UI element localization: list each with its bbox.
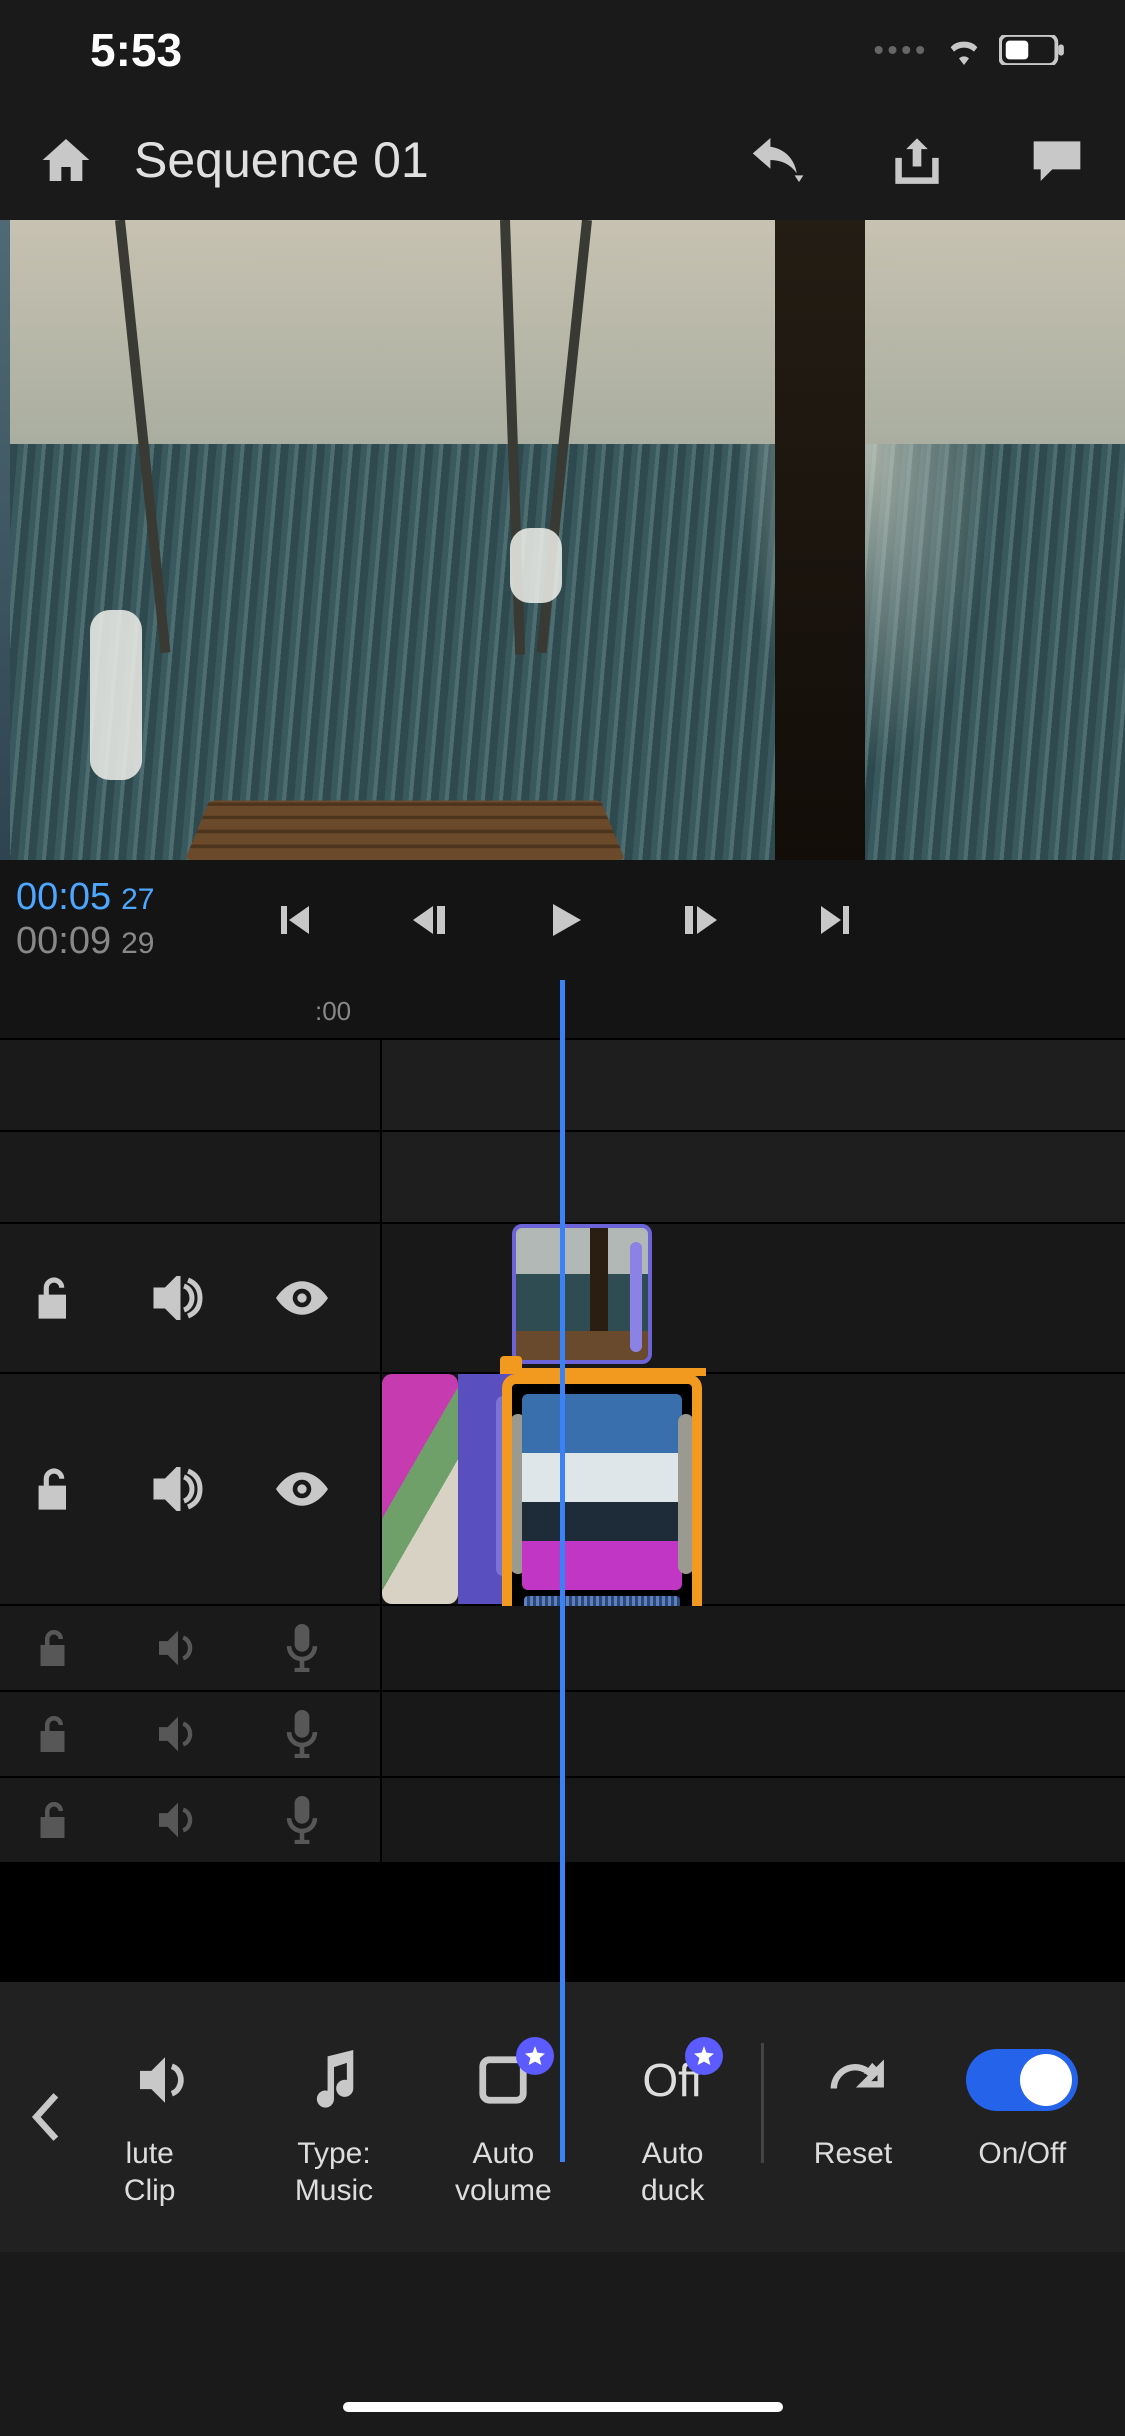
timecode[interactable]: 00:05 27 00:09 29: [0, 876, 195, 963]
mic-icon[interactable]: [276, 1622, 328, 1674]
go-to-end-button[interactable]: [808, 891, 866, 949]
reset-icon: [821, 2043, 885, 2117]
current-time: 00:05: [16, 876, 111, 920]
step-back-button[interactable]: [400, 891, 458, 949]
total-frames: 29: [121, 927, 154, 962]
track-header: [0, 1692, 382, 1776]
track-header: [0, 1224, 382, 1372]
toolbar-scroll-left[interactable]: [10, 2091, 80, 2143]
mic-icon[interactable]: [276, 1794, 328, 1846]
lock-icon[interactable]: [28, 1794, 80, 1846]
track-header: [0, 1606, 382, 1690]
volume-icon: [135, 2043, 195, 2117]
tool-label: lute Clip: [124, 2135, 176, 2210]
tool-label: Reset: [814, 2135, 892, 2173]
undo-button[interactable]: [747, 130, 807, 190]
step-forward-button[interactable]: [672, 891, 730, 949]
reset-tool[interactable]: Reset: [768, 2043, 937, 2173]
tool-label: Auto volume: [455, 2135, 552, 2210]
clip-v1-1[interactable]: [382, 1374, 458, 1604]
lock-icon[interactable]: [28, 1622, 80, 1674]
battery-icon: [999, 35, 1065, 65]
cellular-dots-icon: ••••: [874, 34, 929, 66]
track-header: [0, 1374, 382, 1604]
status-bar: 5:53 ••••: [0, 0, 1125, 100]
toggle-switch[interactable]: [966, 2049, 1078, 2111]
volume-icon[interactable]: [152, 1708, 204, 1760]
tool-label: Auto duck: [641, 2135, 704, 2210]
status-right: ••••: [874, 34, 1065, 66]
type-music-tool[interactable]: Type: Music: [249, 2043, 418, 2210]
lock-icon[interactable]: [28, 1463, 80, 1515]
video-preview[interactable]: [0, 220, 1125, 860]
comment-button[interactable]: [1027, 130, 1087, 190]
auto-duck-tool[interactable]: Off Auto duck: [588, 2043, 757, 2210]
premium-badge-icon: [685, 2037, 723, 2075]
volume-icon[interactable]: [152, 1463, 204, 1515]
status-time: 5:53: [90, 23, 182, 77]
play-button[interactable]: [536, 891, 594, 949]
divider: [761, 2043, 764, 2163]
header: Sequence 01: [0, 100, 1125, 220]
onoff-toggle-tool[interactable]: On/Off: [938, 2043, 1107, 2173]
music-note-icon: [310, 2043, 358, 2117]
sequence-title[interactable]: Sequence 01: [134, 131, 707, 189]
volume-icon[interactable]: [152, 1272, 204, 1324]
tool-label: Type: Music: [295, 2135, 373, 2210]
mic-icon[interactable]: [276, 1708, 328, 1760]
playback-bar: 00:05 27 00:09 29: [0, 860, 1125, 980]
home-indicator[interactable]: [343, 2402, 783, 2412]
export-button[interactable]: [887, 130, 947, 190]
lock-icon[interactable]: [28, 1708, 80, 1760]
ruler-tick: :00: [315, 996, 351, 1027]
volume-icon[interactable]: [152, 1622, 204, 1674]
premium-badge-icon: [516, 2037, 554, 2075]
lock-icon[interactable]: [28, 1272, 80, 1324]
tool-label: On/Off: [978, 2135, 1066, 2173]
current-frames: 27: [121, 883, 154, 918]
timeline[interactable]: [0, 1038, 1125, 1862]
home-button[interactable]: [38, 132, 94, 188]
go-to-start-button[interactable]: [264, 891, 322, 949]
volume-icon[interactable]: [152, 1794, 204, 1846]
eye-icon[interactable]: [276, 1272, 328, 1324]
wifi-icon: [943, 35, 985, 65]
mute-clip-tool[interactable]: lute Clip: [80, 2043, 249, 2210]
playhead[interactable]: [560, 980, 565, 2162]
eye-icon[interactable]: [276, 1463, 328, 1515]
total-time: 00:09: [16, 920, 111, 964]
track-header: [0, 1778, 382, 1862]
clip-v2-1[interactable]: [512, 1224, 652, 1364]
